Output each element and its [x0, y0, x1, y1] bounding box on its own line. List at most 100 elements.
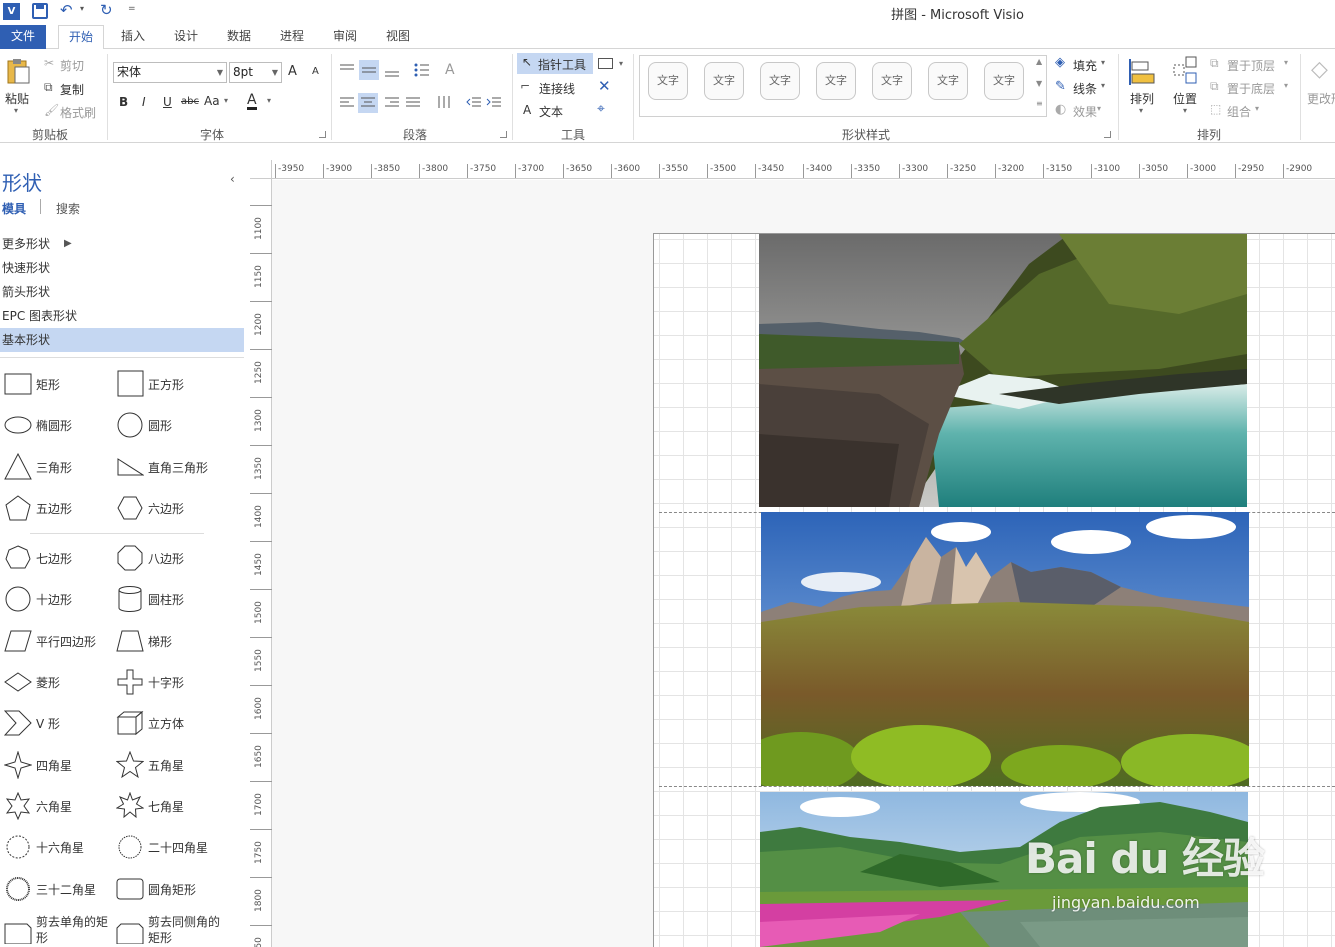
tab-view[interactable]: 视图 — [378, 25, 418, 49]
collapse-panel-icon[interactable]: ‹ — [230, 172, 235, 186]
bold-button[interactable]: B — [119, 95, 128, 109]
group-icon[interactable]: ⬚ — [1210, 102, 1221, 116]
chevron-down-icon[interactable]: ▾ — [1183, 106, 1187, 115]
text-direction-icon[interactable]: A — [445, 62, 455, 78]
pointer-tool-button[interactable]: ↖ 指针工具 — [517, 53, 593, 74]
chevron-down-icon[interactable]: ▾ — [1284, 81, 1288, 90]
underline-button[interactable]: U — [163, 95, 172, 109]
shape-right-triangle[interactable]: 直角三角形 — [114, 449, 224, 485]
connector-tool-button[interactable]: 连接线 — [539, 80, 575, 97]
shape-chevron[interactable]: V 形 — [2, 705, 112, 741]
shape-style-swatch[interactable]: 文字 — [984, 62, 1024, 100]
shape-trapezoid[interactable]: 梯形 — [114, 623, 224, 659]
chevron-down-icon[interactable]: ▾ — [1284, 58, 1288, 67]
tab-home[interactable]: 开始 — [58, 25, 104, 50]
align-left-icon[interactable] — [339, 96, 355, 113]
gallery-up-icon[interactable]: ▲ — [1036, 57, 1042, 66]
shape-decagon[interactable]: 十边形 — [2, 581, 112, 617]
shape-diamond[interactable]: 菱形 — [2, 664, 112, 700]
chevron-down-icon[interactable]: ▾ — [619, 59, 623, 68]
photo-waterfall[interactable] — [759, 234, 1247, 507]
category-basic-shapes[interactable]: 基本形状 — [0, 328, 244, 352]
shape-ellipse[interactable]: 椭圆形 — [2, 407, 112, 443]
bring-to-front-icon[interactable]: ⧉ — [1210, 56, 1219, 71]
position-button[interactable]: 位置 — [1173, 90, 1197, 107]
connector-icon[interactable]: ⌐ — [520, 79, 530, 93]
change-case-button[interactable]: Aa — [204, 94, 220, 108]
justify-icon[interactable] — [405, 96, 421, 113]
font-color-button[interactable]: A — [247, 93, 257, 110]
shape-style-swatch[interactable]: 文字 — [928, 62, 968, 100]
photo-mountains[interactable] — [761, 512, 1249, 786]
shape-24-point-star[interactable]: 二十四角星 — [114, 829, 224, 865]
effect-button[interactable]: 效果 — [1073, 103, 1097, 120]
chevron-down-icon[interactable]: ▾ — [1097, 104, 1101, 113]
shape-style-swatch[interactable]: 文字 — [872, 62, 912, 100]
change-shape-button[interactable]: 更改形 — [1307, 90, 1335, 107]
group-button[interactable]: 组合 — [1227, 103, 1251, 120]
category-more-shapes[interactable]: 更多形状 ▶ — [0, 232, 244, 256]
copy-button[interactable]: 复制 — [60, 81, 84, 98]
paragraph-dialog-launcher-icon[interactable] — [500, 131, 507, 138]
shape-square[interactable]: 正方形 — [114, 366, 224, 402]
fill-icon[interactable]: ◈ — [1055, 55, 1065, 70]
font-size-combo[interactable]: 8pt ▼ — [229, 62, 282, 83]
shape-rounded-rectangle[interactable]: 圆角矩形 — [114, 871, 224, 907]
align-center-icon[interactable] — [358, 93, 378, 113]
paste-button[interactable]: 粘贴 — [5, 90, 29, 107]
cut-button[interactable]: 剪切 — [60, 57, 84, 74]
shape-pentagon[interactable]: 五边形 — [2, 490, 112, 526]
shape-parallelogram[interactable]: 平行四边形 — [2, 623, 112, 659]
chevron-down-icon[interactable]: ▾ — [224, 96, 228, 105]
chevron-down-icon[interactable]: ▾ — [267, 96, 271, 105]
tab-review[interactable]: 审阅 — [325, 25, 365, 49]
tab-insert[interactable]: 插入 — [113, 25, 153, 49]
format-painter-button[interactable]: 格式刷 — [60, 104, 96, 121]
tab-stencils[interactable]: 模具 — [2, 200, 26, 217]
font-name-combo[interactable]: 宋体 ▼ — [113, 62, 227, 83]
shape-32-point-star[interactable]: 三十二角星 — [2, 871, 112, 907]
decrease-indent-icon[interactable] — [466, 96, 482, 113]
grow-font-button[interactable]: A — [288, 64, 297, 79]
line-button[interactable]: 线条 — [1073, 80, 1097, 97]
paste-icon[interactable] — [6, 57, 30, 85]
text-columns-icon[interactable] — [436, 94, 452, 113]
shape-style-swatch[interactable]: 文字 — [760, 62, 800, 100]
shrink-font-button[interactable]: A — [312, 66, 319, 77]
close-icon[interactable]: ✕ — [598, 77, 611, 95]
shape-snip-single-corner-rectangle[interactable]: 剪去单角的矩形 — [2, 912, 112, 947]
chevron-down-icon[interactable]: ▾ — [1255, 104, 1259, 113]
change-shape-icon[interactable]: ◇ — [1311, 57, 1328, 82]
text-tool-button[interactable]: 文本 — [539, 103, 563, 120]
shape-styles-launcher-icon[interactable] — [1104, 131, 1111, 138]
shape-7-point-star[interactable]: 七角星 — [114, 788, 224, 824]
text-tool-icon[interactable]: A — [523, 103, 531, 117]
shape-snip-same-side-rectangle[interactable]: 剪去同侧角的矩形 — [114, 912, 224, 947]
shape-5-point-star[interactable]: 五角星 — [114, 747, 224, 783]
bullets-icon[interactable] — [414, 62, 430, 81]
font-dialog-launcher-icon[interactable] — [319, 131, 326, 138]
tab-design[interactable]: 设计 — [166, 25, 206, 49]
tab-data[interactable]: 数据 — [219, 25, 259, 49]
strikethrough-button[interactable]: abc — [181, 96, 199, 107]
shape-style-swatch[interactable]: 文字 — [704, 62, 744, 100]
italic-button[interactable]: I — [142, 95, 146, 109]
chevron-down-icon[interactable]: ▾ — [1101, 58, 1105, 67]
align-shapes-icon[interactable] — [1128, 57, 1156, 90]
shape-hexagon[interactable]: 六边形 — [114, 490, 224, 526]
gallery-down-icon[interactable]: ▼ — [1036, 79, 1042, 88]
category-arrow-shapes[interactable]: 箭头形状 — [0, 280, 244, 304]
gallery-more-icon[interactable]: ≡ — [1036, 99, 1043, 108]
cut-icon[interactable]: ✂ — [44, 56, 54, 70]
align-top-icon[interactable] — [339, 62, 355, 79]
align-middle-icon[interactable] — [359, 60, 379, 80]
shape-heptagon[interactable]: 七边形 — [2, 540, 112, 576]
connection-point-icon[interactable]: ⌖ — [597, 101, 605, 117]
category-quick-shapes[interactable]: 快速形状 — [0, 256, 244, 280]
shape-cylinder[interactable]: 圆柱形 — [114, 581, 224, 617]
send-to-back-button[interactable]: 置于底层 — [1227, 80, 1275, 97]
tab-file[interactable]: 文件 — [0, 25, 46, 49]
shape-4-point-star[interactable]: 四角星 — [2, 747, 112, 783]
shape-cube[interactable]: 立方体 — [114, 705, 224, 741]
shape-circle[interactable]: 圆形 — [114, 407, 224, 443]
